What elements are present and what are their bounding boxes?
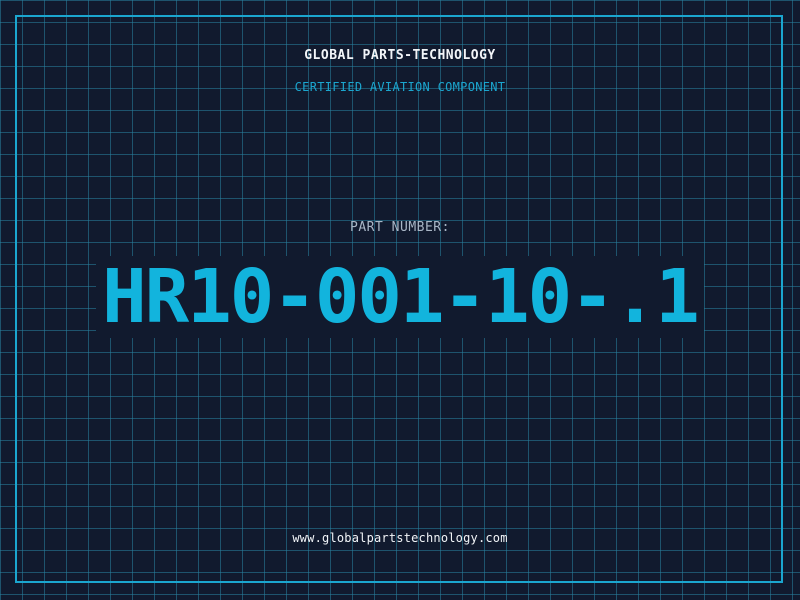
website-url: www.globalpartstechnology.com	[292, 531, 508, 545]
part-number-label: PART NUMBER:	[350, 220, 450, 235]
tagline: CERTIFIED AVIATION COMPONENT	[294, 80, 506, 94]
label-canvas: GLOBAL PARTS-TECHNOLOGY CERTIFIED AVIATI…	[0, 0, 800, 600]
company-name: GLOBAL PARTS-TECHNOLOGY	[304, 48, 496, 63]
part-number-value: HR10-001-10-.1	[96, 256, 704, 338]
part-number-row: HR10-001-10-.1	[0, 256, 800, 338]
